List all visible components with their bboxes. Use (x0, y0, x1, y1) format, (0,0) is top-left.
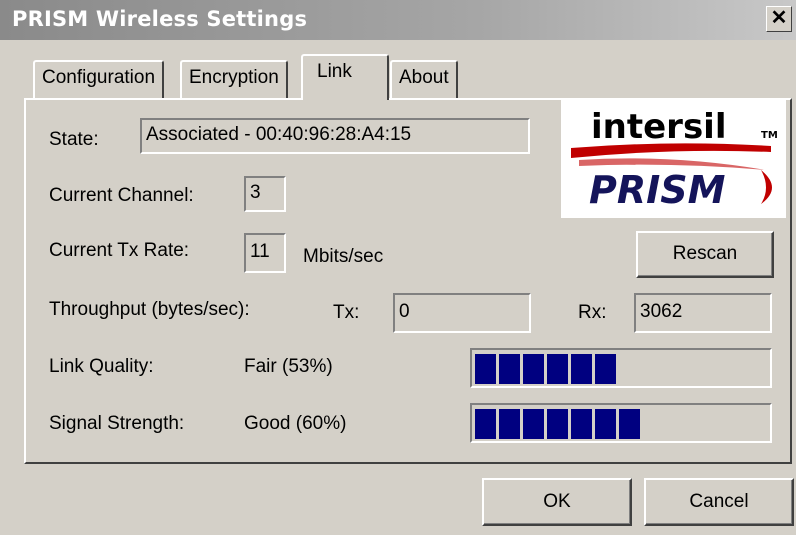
signal-strength-segment (475, 409, 496, 439)
link-quality-segment (523, 354, 544, 384)
link-quality-value: Fair (53%) (244, 356, 333, 377)
signal-strength-label: Signal Strength: (49, 413, 185, 434)
title-bar: PRISM Wireless Settings ✕ (0, 0, 796, 40)
current-tx-rate-field: 11 (244, 233, 286, 273)
link-quality-segment (475, 354, 496, 384)
link-quality-segment (595, 354, 616, 384)
tab-configuration[interactable]: Configuration (33, 60, 165, 98)
close-button[interactable]: ✕ (766, 6, 792, 32)
svg-text:intersil: intersil (591, 107, 727, 147)
throughput-label: Throughput (bytes/sec): (49, 299, 250, 320)
window-title: PRISM Wireless Settings (12, 7, 308, 31)
link-quality-label: Link Quality: (49, 356, 154, 377)
signal-strength-segment (523, 409, 544, 439)
tab-about[interactable]: About (390, 60, 458, 98)
throughput-tx-field: 0 (393, 293, 531, 333)
link-quality-segment (571, 354, 592, 384)
tx-rate-unit: Mbits/sec (303, 246, 384, 267)
signal-strength-segment (547, 409, 568, 439)
intersil-prism-logo: intersil TM PRISM (561, 100, 786, 218)
signal-strength-value: Good (60%) (244, 413, 347, 434)
state-field: Associated - 00:40:96:28:A4:15 (140, 118, 530, 154)
current-tx-rate-label: Current Tx Rate: (49, 240, 190, 261)
current-channel-label: Current Channel: (49, 185, 194, 206)
link-quality-progress-bar (470, 348, 772, 388)
svg-text:TM: TM (761, 130, 778, 141)
current-channel-field: 3 (244, 176, 286, 212)
link-quality-segment (499, 354, 520, 384)
signal-strength-segment (571, 409, 592, 439)
throughput-tx-label: Tx: (333, 302, 360, 323)
throughput-rx-field: 3062 (634, 293, 772, 333)
tab-encryption[interactable]: Encryption (180, 60, 288, 98)
throughput-rx-label: Rx: (578, 302, 607, 323)
signal-strength-segment (499, 409, 520, 439)
signal-strength-progress-bar (470, 403, 772, 443)
rescan-button[interactable]: Rescan (636, 231, 774, 278)
svg-text:PRISM: PRISM (589, 168, 726, 212)
cancel-button[interactable]: Cancel (644, 478, 794, 526)
signal-strength-segment (595, 409, 616, 439)
state-label: State: (49, 129, 99, 150)
tab-link[interactable]: Link (301, 54, 389, 100)
ok-button[interactable]: OK (482, 478, 632, 526)
link-quality-segment (547, 354, 568, 384)
logo-graphic: intersil TM PRISM (571, 107, 778, 212)
signal-strength-segment (619, 409, 640, 439)
